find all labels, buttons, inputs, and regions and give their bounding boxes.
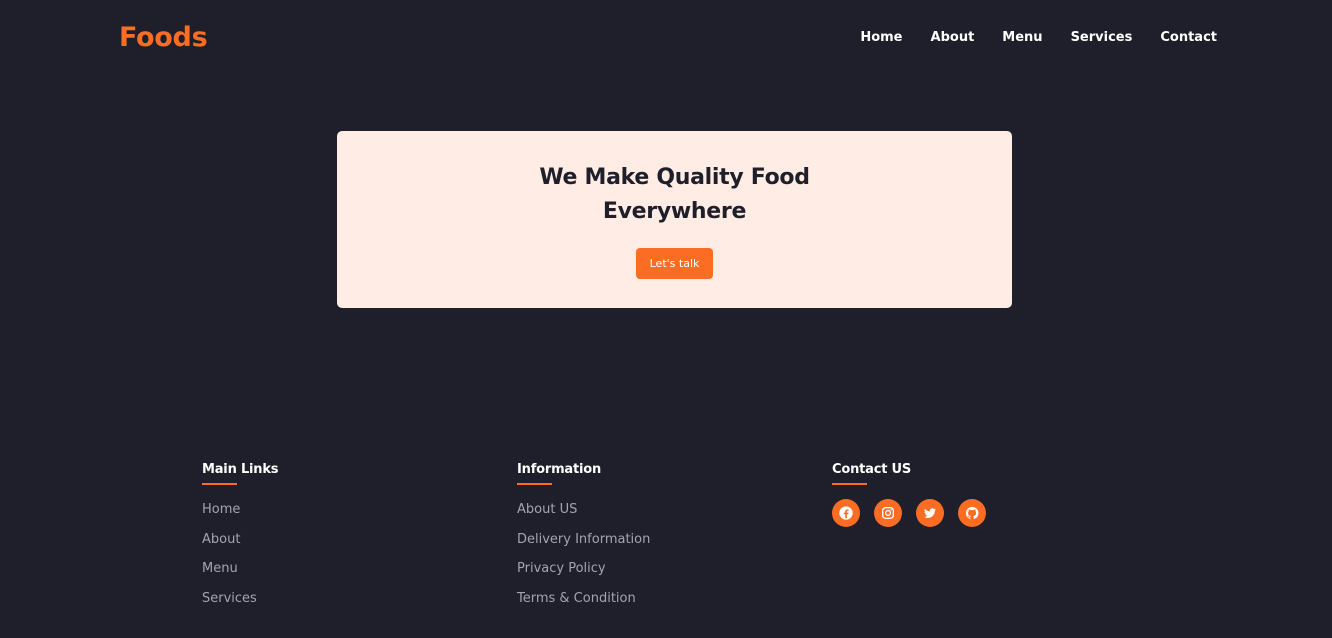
github-icon[interactable] [958, 499, 986, 527]
hero-card: We Make Quality Food Everywhere Let's ta… [337, 131, 1012, 308]
nav-services[interactable]: Services [1071, 30, 1133, 45]
footer-information: Information About US Delivery Informatio… [517, 462, 650, 620]
footer-heading-information: Information [517, 462, 602, 477]
footer-link-services[interactable]: Services [202, 591, 257, 606]
footer-link-privacy-policy[interactable]: Privacy Policy [517, 561, 606, 576]
nav-menu[interactable]: Menu [1002, 30, 1042, 45]
page: Foods Home About Menu Services Contact W… [0, 0, 1332, 638]
footer-link-about-us[interactable]: About US [517, 502, 577, 517]
footer-heading-main-links: Main Links [202, 462, 279, 477]
heading-underline [832, 483, 867, 485]
footer-link-terms-condition[interactable]: Terms & Condition [517, 591, 636, 606]
instagram-icon[interactable] [874, 499, 902, 527]
footer-link-delivery-information[interactable]: Delivery Information [517, 532, 650, 547]
hero-title-line2: Everywhere [602, 199, 747, 224]
twitter-icon[interactable] [916, 499, 944, 527]
nav-contact[interactable]: Contact [1160, 30, 1217, 45]
footer-contact: Contact US [832, 462, 986, 527]
main-nav: Home About Menu Services Contact [860, 30, 1217, 45]
nav-about[interactable]: About [931, 30, 975, 45]
social-links [832, 499, 986, 527]
footer-main-links: Main Links Home About Menu Services [202, 462, 279, 620]
heading-underline [202, 483, 237, 485]
facebook-icon[interactable] [832, 499, 860, 527]
lets-talk-button[interactable]: Let's talk [635, 248, 714, 279]
footer-heading-contact: Contact US [832, 462, 912, 477]
hero-title-line1: We Make Quality Food [539, 165, 810, 190]
nav-home[interactable]: Home [860, 30, 902, 45]
footer-link-about[interactable]: About [202, 532, 240, 547]
heading-underline [517, 483, 552, 485]
footer-link-menu[interactable]: Menu [202, 561, 238, 576]
hero-title: We Make Quality Food Everywhere [337, 161, 1012, 229]
footer-link-home[interactable]: Home [202, 502, 240, 517]
logo[interactable]: Foods [119, 22, 208, 53]
